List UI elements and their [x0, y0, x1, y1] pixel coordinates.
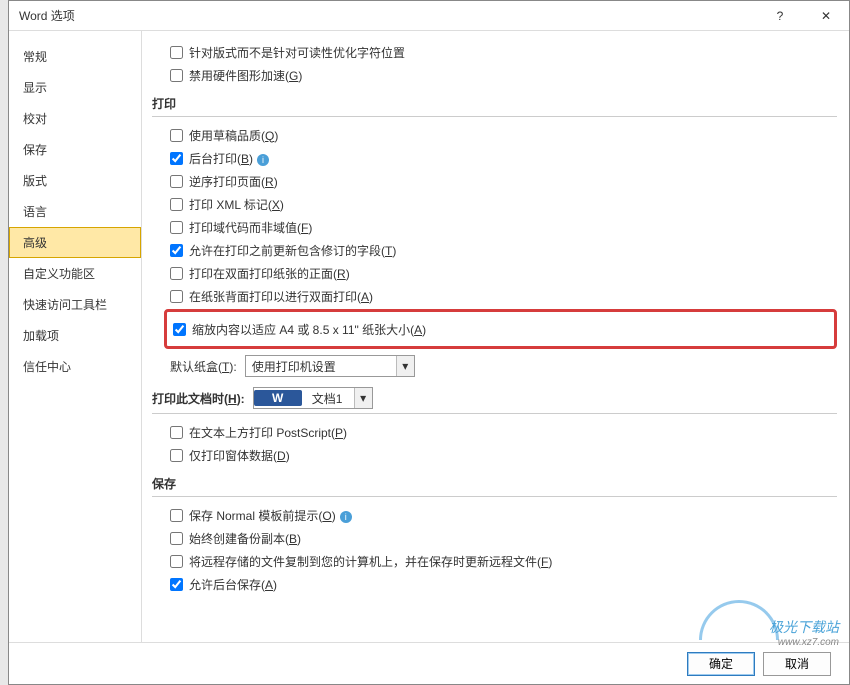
checkbox[interactable] — [170, 426, 183, 439]
opt-disable-hw-accel[interactable]: 禁用硬件图形加速(G) — [170, 65, 837, 85]
opt-print-front-duplex[interactable]: 打印在双面打印纸张的正面(R) — [170, 263, 837, 283]
sidebar-item-trust-center[interactable]: 信任中心 — [9, 351, 141, 382]
opt-optimize-layout[interactable]: 针对版式而不是针对可读性优化字符位置 — [170, 42, 837, 62]
dialog-title: Word 选项 — [19, 7, 757, 24]
cancel-button[interactable]: 取消 — [763, 652, 831, 676]
checkbox[interactable] — [170, 555, 183, 568]
close-icon: ✕ — [821, 9, 831, 23]
word-options-dialog: Word 选项 ? ✕ 常规 显示 校对 保存 版式 语言 高级 自定义功能区 … — [8, 0, 850, 685]
checkbox[interactable] — [170, 198, 183, 211]
default-tray-combo[interactable]: 使用打印机设置 ▾ — [245, 355, 415, 377]
checkbox[interactable] — [170, 267, 183, 280]
checkbox[interactable] — [170, 449, 183, 462]
checkbox[interactable] — [170, 69, 183, 82]
sidebar-item-save[interactable]: 保存 — [9, 134, 141, 165]
checkbox[interactable] — [170, 290, 183, 303]
checkbox[interactable] — [173, 323, 186, 336]
sidebar-item-proofing[interactable]: 校对 — [9, 103, 141, 134]
checkbox[interactable] — [170, 46, 183, 59]
sidebar-item-addins[interactable]: 加载项 — [9, 320, 141, 351]
checkbox[interactable] — [170, 578, 183, 591]
opt-postscript-over-text[interactable]: 在文本上方打印 PostScript(P) — [170, 422, 837, 442]
help-icon: ? — [777, 9, 784, 23]
opt-update-fields[interactable]: 允许在打印之前更新包含修订的字段(T) — [170, 240, 837, 260]
opt-print-xml[interactable]: 打印 XML 标记(X) — [170, 194, 837, 214]
help-button[interactable]: ? — [757, 1, 803, 31]
content-panel[interactable]: 针对版式而不是针对可读性优化字符位置 禁用硬件图形加速(G) 打印 使用草稿品质… — [142, 31, 849, 642]
checkbox[interactable] — [170, 175, 183, 188]
opt-prompt-normal[interactable]: 保存 Normal 模板前提示(O)i — [170, 505, 837, 525]
sidebar-item-layout[interactable]: 版式 — [9, 165, 141, 196]
checkbox[interactable] — [170, 129, 183, 142]
checkbox[interactable] — [170, 509, 183, 522]
info-icon[interactable]: i — [257, 154, 269, 166]
opt-print-back-duplex[interactable]: 在纸张背面打印以进行双面打印(A) — [170, 286, 837, 306]
section-print-doc: 打印此文档时(H): W 文档1 ▾ — [152, 387, 837, 414]
highlight-box: 缩放内容以适应 A4 或 8.5 x 11" 纸张大小(A) — [164, 309, 837, 349]
chevron-down-icon: ▾ — [354, 388, 372, 408]
section-save: 保存 — [152, 475, 837, 497]
opt-background-print[interactable]: 后台打印(B)i — [170, 148, 837, 168]
checkbox[interactable] — [170, 244, 183, 257]
titlebar: Word 选项 ? ✕ — [9, 1, 849, 31]
checkbox[interactable] — [170, 532, 183, 545]
sidebar-item-general[interactable]: 常规 — [9, 41, 141, 72]
sidebar-item-advanced[interactable]: 高级 — [9, 227, 141, 258]
dialog-footer: 确定 取消 — [9, 642, 849, 684]
print-doc-combo[interactable]: W 文档1 ▾ — [253, 387, 373, 409]
chevron-down-icon: ▾ — [396, 356, 414, 376]
checkbox[interactable] — [170, 152, 183, 165]
opt-draft-quality[interactable]: 使用草稿品质(Q) — [170, 125, 837, 145]
sidebar: 常规 显示 校对 保存 版式 语言 高级 自定义功能区 快速访问工具栏 加载项 … — [9, 31, 142, 642]
opt-allow-bg-save[interactable]: 允许后台保存(A) — [170, 574, 837, 594]
opt-copy-remote[interactable]: 将远程存储的文件复制到您的计算机上，并在保存时更新远程文件(F) — [170, 551, 837, 571]
opt-reverse-order[interactable]: 逆序打印页面(R) — [170, 171, 837, 191]
sidebar-item-quick-access[interactable]: 快速访问工具栏 — [9, 289, 141, 320]
opt-always-backup[interactable]: 始终创建备份副本(B) — [170, 528, 837, 548]
ok-button[interactable]: 确定 — [687, 652, 755, 676]
section-print: 打印 — [152, 95, 837, 117]
default-tray-row: 默认纸盒(T): 使用打印机设置 ▾ — [170, 355, 837, 377]
sidebar-item-display[interactable]: 显示 — [9, 72, 141, 103]
checkbox[interactable] — [170, 221, 183, 234]
info-icon[interactable]: i — [340, 511, 352, 523]
opt-form-data-only[interactable]: 仅打印窗体数据(D) — [170, 445, 837, 465]
opt-field-codes[interactable]: 打印域代码而非域值(F) — [170, 217, 837, 237]
opt-scale-a4[interactable]: 缩放内容以适应 A4 或 8.5 x 11" 纸张大小(A) — [173, 319, 828, 339]
sidebar-item-language[interactable]: 语言 — [9, 196, 141, 227]
sidebar-item-customize-ribbon[interactable]: 自定义功能区 — [9, 258, 141, 289]
close-button[interactable]: ✕ — [803, 1, 849, 31]
word-icon: W — [254, 390, 302, 406]
